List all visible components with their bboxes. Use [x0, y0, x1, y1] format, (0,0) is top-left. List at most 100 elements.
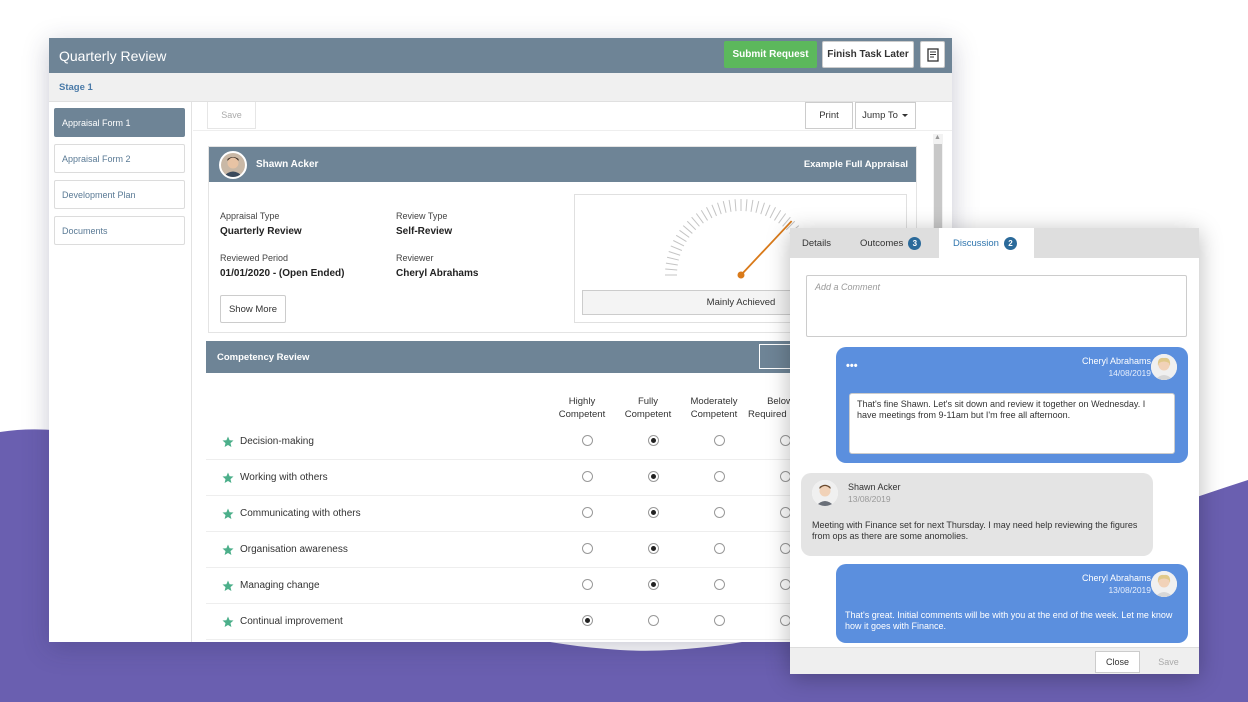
star-icon: [222, 616, 234, 627]
reviewer-field: Reviewer Cheryl Abrahams: [396, 253, 478, 279]
gauge-needle: [740, 220, 793, 276]
popup-save-button[interactable]: Save: [1146, 651, 1191, 673]
employee-avatar: [219, 150, 247, 179]
review-type-value: Self-Review: [396, 226, 453, 237]
stage-bar: Stage 1: [49, 73, 952, 102]
competency-name: Communicating with others: [240, 508, 361, 519]
employee-header: Shawn Acker Example Full Appraisal: [209, 147, 916, 182]
title-bar: Quarterly Review Submit Request Finish T…: [49, 38, 952, 73]
rating-radio[interactable]: [714, 471, 725, 482]
star-icon: [222, 436, 234, 447]
message-bubble-3: Cheryl Abrahams 13/08/2019 That's great.…: [836, 564, 1188, 643]
tab-discussion-label: Discussion: [953, 237, 999, 249]
finish-task-later-button[interactable]: Finish Task Later: [822, 41, 914, 68]
jump-to-label: Jump To: [862, 110, 898, 121]
rating-radio[interactable]: [582, 471, 593, 482]
employee-name: Shawn Acker: [256, 159, 319, 170]
column-moderately-competent: Moderately Competent: [690, 396, 738, 420]
sidebar-item-appraisal-form-2[interactable]: Appraisal Form 2: [54, 144, 185, 173]
submit-request-button[interactable]: Submit Request: [724, 41, 817, 68]
cheryl-avatar: [1151, 354, 1177, 380]
stage-label[interactable]: Stage 1: [59, 82, 93, 93]
caret-down-icon: [901, 113, 908, 117]
appraisal-name: Example Full Appraisal: [803, 159, 908, 170]
discussion-popup: Details Outcomes 3 Discussion 2 Add a Co…: [790, 228, 1199, 674]
scroll-up-arrow-icon[interactable]: ▲: [934, 134, 941, 141]
appraisal-type-label: Appraisal Type: [220, 211, 280, 221]
rating-radio[interactable]: [582, 615, 593, 626]
jump-to-dropdown[interactable]: Jump To: [855, 102, 916, 129]
message-date: 14/08/2019: [1108, 368, 1151, 378]
message-author: Cheryl Abrahams: [1081, 356, 1151, 366]
competency-review-title: Competency Review: [217, 351, 310, 363]
message-menu-icon[interactable]: •••: [846, 360, 858, 372]
review-type-label: Review Type: [396, 211, 448, 221]
message-date: 13/08/2019: [1108, 585, 1151, 595]
message-bubble-2: Shawn Acker 13/08/2019 Meeting with Fina…: [801, 473, 1153, 556]
tab-outcomes[interactable]: Outcomes 3: [860, 228, 922, 258]
notes-button[interactable]: [920, 41, 945, 68]
tab-discussion[interactable]: Discussion 2: [939, 228, 1034, 258]
close-button[interactable]: Close: [1095, 651, 1140, 673]
discussion-count-badge: 2: [1003, 236, 1017, 250]
rating-radio[interactable]: [714, 579, 725, 590]
competency-name: Continual improvement: [240, 616, 343, 627]
sidebar-item-development-plan[interactable]: Development Plan: [54, 180, 185, 209]
star-icon: [222, 580, 234, 591]
rating-radio[interactable]: [582, 435, 593, 446]
tab-details-label: Details: [802, 237, 832, 249]
rating-radio[interactable]: [582, 507, 593, 518]
popup-footer: Close Save: [790, 647, 1199, 674]
rating-radio[interactable]: [648, 579, 659, 590]
cheryl-avatar: [1151, 571, 1177, 597]
review-type-field: Review Type Self-Review: [396, 211, 452, 237]
reviewed-period-value: 01/01/2020 - (Open Ended): [220, 268, 345, 279]
comment-placeholder: Add a Comment: [815, 282, 881, 292]
competency-name: Organisation awareness: [240, 544, 348, 555]
notes-icon: [926, 47, 939, 62]
sidebar-item-documents[interactable]: Documents: [54, 216, 185, 245]
rating-radio[interactable]: [714, 507, 725, 518]
sidebar-item-appraisal-form-1[interactable]: Appraisal Form 1: [54, 108, 185, 137]
show-more-button[interactable]: Show More: [220, 295, 286, 323]
gauge-pivot: [737, 271, 745, 279]
message-text-1: That's fine Shawn. Let's sit down and re…: [849, 393, 1175, 454]
print-button[interactable]: Print: [805, 102, 853, 129]
reviewer-value: Cheryl Abrahams: [396, 268, 479, 279]
form-toolbar: Save Print Jump To: [193, 102, 952, 131]
tab-outcomes-label: Outcomes: [860, 237, 904, 249]
rating-radio[interactable]: [648, 471, 659, 482]
rating-radio[interactable]: [582, 579, 593, 590]
star-icon: [222, 544, 234, 555]
message-author: Shawn Acker: [848, 482, 901, 492]
message-text-3: That's great. Initial comments will be w…: [845, 610, 1173, 631]
rating-radio[interactable]: [648, 615, 659, 626]
star-icon: [222, 472, 234, 483]
message-bubble-1: ••• Cheryl Abrahams 14/08/2019 That's fi…: [836, 347, 1188, 463]
rating-radio[interactable]: [714, 615, 725, 626]
shawn-avatar: [812, 480, 838, 506]
rating-radio[interactable]: [648, 543, 659, 554]
message-author: Cheryl Abrahams: [1081, 573, 1151, 583]
rating-radio[interactable]: [582, 543, 593, 554]
save-button[interactable]: Save: [207, 102, 256, 129]
message-text-2: Meeting with Finance set for next Thursd…: [812, 520, 1138, 541]
rating-radio[interactable]: [648, 507, 659, 518]
reviewer-label: Reviewer: [396, 253, 434, 263]
column-fully-competent: Fully Competent: [624, 396, 672, 420]
popup-tab-bar: Details Outcomes 3 Discussion 2: [790, 228, 1199, 258]
appraisal-type-value: Quarterly Review: [220, 226, 302, 237]
sidebar: Appraisal Form 1 Appraisal Form 2 Develo…: [49, 102, 192, 642]
competency-name: Working with others: [240, 472, 328, 483]
comment-input[interactable]: Add a Comment: [806, 275, 1187, 337]
competency-name: Decision-making: [240, 436, 314, 447]
rating-radio[interactable]: [648, 435, 659, 446]
rating-radio[interactable]: [714, 543, 725, 554]
rating-radio[interactable]: [714, 435, 725, 446]
tab-details[interactable]: Details: [802, 228, 831, 258]
competency-name: Managing change: [240, 580, 320, 591]
outcomes-count-badge: 3: [908, 236, 922, 250]
column-highly-competent: Highly Competent: [558, 396, 606, 420]
star-icon: [222, 508, 234, 519]
reviewed-period-label: Reviewed Period: [220, 253, 289, 263]
